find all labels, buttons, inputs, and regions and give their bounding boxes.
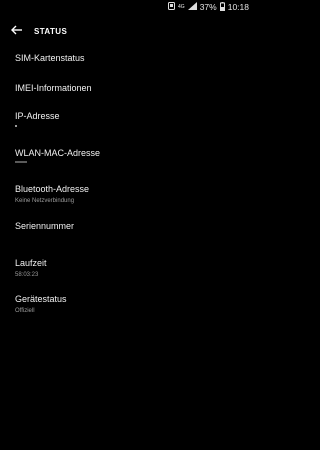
item-title: Seriennummer xyxy=(15,221,75,231)
list-item-ip-address[interactable]: IP-Adresse xyxy=(15,111,245,127)
status-bar: 4G 37% 10:18 xyxy=(0,0,254,14)
signal-icon xyxy=(187,2,197,12)
item-title: Bluetooth-Adresse xyxy=(15,184,90,194)
back-button[interactable] xyxy=(0,14,34,48)
item-value-truncated xyxy=(15,125,17,127)
network-type-icon: 4G xyxy=(178,3,185,10)
item-title: SIM-Kartenstatus xyxy=(15,53,85,63)
battery-percent: 37% xyxy=(199,2,217,12)
clock: 10:18 xyxy=(227,2,249,12)
item-value-truncated xyxy=(15,161,27,163)
item-title: Laufzeit xyxy=(15,258,47,268)
battery-icon xyxy=(219,1,225,13)
item-title: Gerätestatus xyxy=(15,294,67,304)
list-item-sim-status[interactable]: SIM-Kartenstatus xyxy=(15,53,245,64)
item-title: IP-Adresse xyxy=(15,111,60,121)
list-item-wlan-mac[interactable]: WLAN-MAC-Adresse xyxy=(15,148,245,163)
list-item-bluetooth-address[interactable]: Bluetooth-Adresse Keine Netzverbindung xyxy=(15,184,245,205)
item-subtitle: 58:03:23 xyxy=(15,272,39,278)
page-title: STATUS xyxy=(34,26,68,36)
arrow-left-icon xyxy=(11,22,23,40)
list-item-uptime[interactable]: Laufzeit 58:03:23 xyxy=(15,258,245,279)
item-title: WLAN-MAC-Adresse xyxy=(15,148,101,158)
item-subtitle: Offiziell xyxy=(15,308,35,314)
list-item-device-status[interactable]: Gerätestatus Offiziell xyxy=(15,294,245,315)
item-subtitle: Keine Netzverbindung xyxy=(15,198,75,204)
item-title: IMEI-Informationen xyxy=(15,83,92,93)
app-bar: STATUS xyxy=(0,14,254,48)
list-item-serial-number[interactable]: Seriennummer xyxy=(15,221,245,232)
notification-icon xyxy=(168,2,176,12)
list-item-imei[interactable]: IMEI-Informationen xyxy=(15,83,245,94)
